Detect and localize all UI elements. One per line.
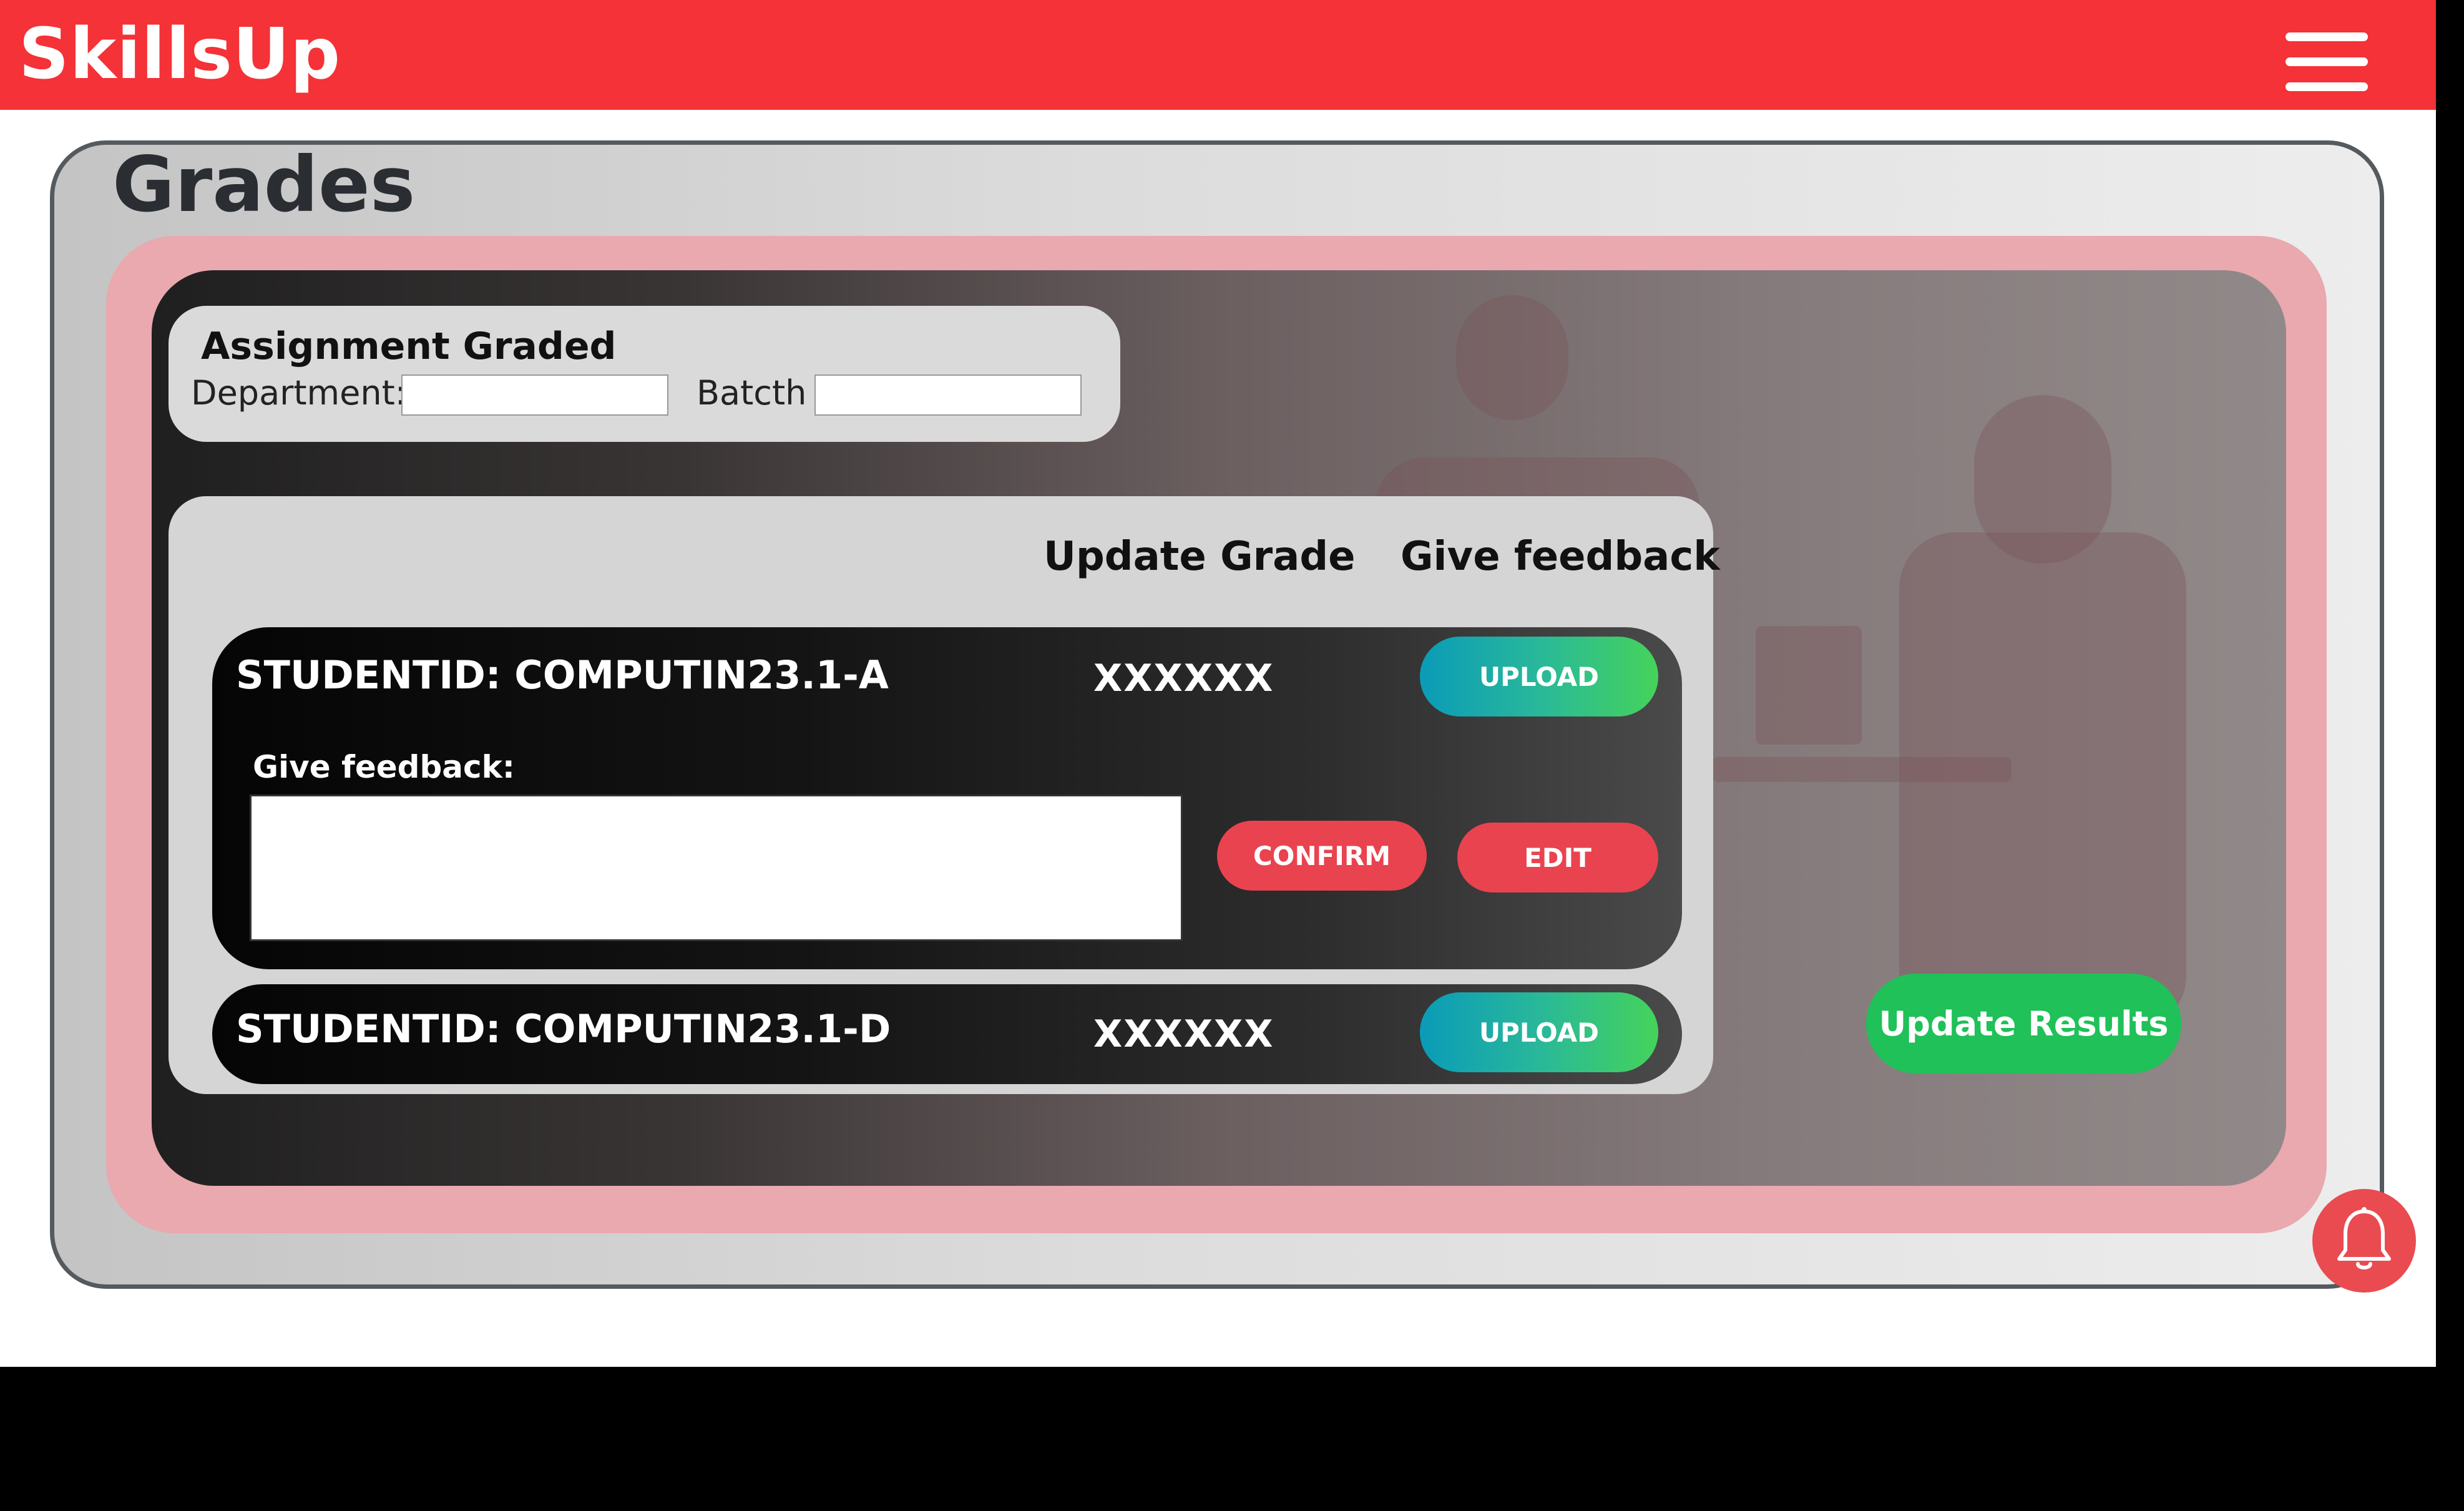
app-page: SkillsUp Grades Assignment Graded Depart… [0, 0, 2436, 1367]
person-silhouette [1899, 532, 2186, 1032]
update-results-button[interactable]: Update Results [1866, 974, 2181, 1073]
bell-icon [2337, 1207, 2391, 1269]
hamburger-menu-icon[interactable] [2286, 30, 2368, 94]
give-feedback-header: Give feedback [1401, 534, 1720, 580]
department-field[interactable] [401, 374, 668, 416]
feedback-label: Give feedback: [253, 749, 515, 785]
notification-button[interactable] [2312, 1189, 2416, 1293]
desk-silhouette [1712, 757, 2012, 782]
batch-field[interactable] [814, 374, 1082, 416]
confirm-button[interactable]: CONFIRM [1217, 821, 1427, 891]
feedback-input[interactable] [250, 795, 1183, 941]
grade-value[interactable]: XXXXXX [1093, 1012, 1274, 1056]
student-id: STUDENTID: COMPUTIN23.1-A [236, 652, 889, 698]
upload-button[interactable]: UPLOAD [1420, 637, 1658, 716]
edit-button[interactable]: EDIT [1457, 823, 1658, 892]
page-title: Grades [112, 140, 416, 229]
grade-value[interactable]: XXXXXX [1093, 657, 1274, 700]
student-id: STUDENTID: COMPUTIN23.1-D [236, 1006, 891, 1052]
upload-button[interactable]: UPLOAD [1420, 992, 1658, 1072]
top-bar: SkillsUp [0, 0, 2436, 110]
brand-logo[interactable]: SkillsUp [19, 14, 341, 95]
update-grade-header: Update Grade [1044, 534, 1356, 580]
person-silhouette [1456, 295, 1568, 420]
assignment-title: Assignment Graded [201, 325, 617, 368]
laptop-silhouette [1756, 626, 1862, 745]
batch-label: Batcth [697, 373, 807, 413]
department-label: Department: [191, 373, 406, 413]
